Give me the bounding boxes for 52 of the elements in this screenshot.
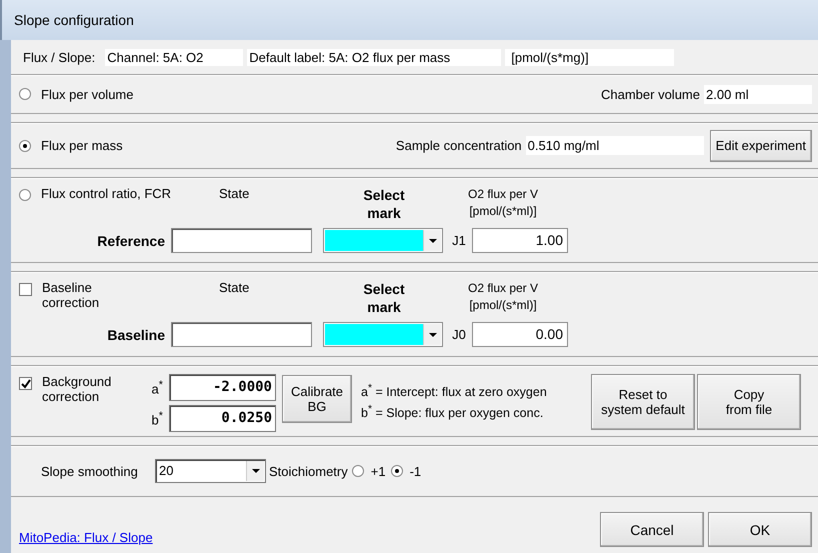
background-correction-checkbox[interactable]: Background correction [19, 374, 147, 404]
chamber-volume-field[interactable]: 2.00 ml [704, 84, 812, 104]
mark-dropdown[interactable] [323, 322, 443, 347]
flux-slope-label: Flux / Slope: [23, 50, 96, 64]
select-mark-heading: Select mark [362, 186, 406, 222]
flux-heading: O2 flux per V [pmol/(s*ml)] [466, 280, 540, 314]
baseline-correction-checkbox[interactable]: Baseline correction [19, 280, 219, 310]
checkmark-icon [20, 378, 30, 388]
flux-control-ratio-radio[interactable]: Flux control ratio, FCR [19, 186, 219, 201]
state-field[interactable] [171, 228, 312, 253]
intercept-field[interactable]: -2.0000 [169, 374, 276, 401]
chamber-volume-label: Chamber volume [601, 86, 700, 102]
reset-default-button[interactable]: Reset to system default [591, 374, 695, 430]
j-label: J1 [451, 233, 467, 248]
stoichiometry-radio[interactable]: +1 [352, 464, 386, 478]
flux-per-mass-radio[interactable]: Flux per mass [19, 138, 123, 153]
flux-value-field[interactable]: 1.00 [472, 228, 568, 253]
dropdown-arrow-icon [428, 238, 436, 242]
a-label: a$^{*}$ [150, 378, 163, 396]
state-heading: State [219, 186, 250, 201]
dialog-button[interactable]: Cancel [600, 512, 704, 547]
state-field[interactable] [171, 322, 312, 347]
unit-text: [pmol/(s*mg)] [505, 48, 674, 66]
window-title: Slope configuration [14, 12, 134, 28]
row-label: Reference [96, 232, 166, 248]
default-label-text: Default label: 5A: O2 flux per mass [247, 48, 502, 66]
sample-concentration-label: Sample concentration [396, 138, 522, 153]
stoichiometry-label: Stoichiometry [269, 464, 348, 478]
edit-experiment-button[interactable]: Edit experiment [710, 130, 812, 162]
flux-per-volume-radio[interactable]: Flux per volume [19, 86, 134, 102]
smoothing-dropdown[interactable]: 20 [155, 459, 266, 483]
slope-smoothing-label: Slope smoothing [40, 464, 139, 478]
row-label: Baseline [106, 326, 166, 342]
j-label: J0 [451, 327, 467, 342]
select-mark-heading: Select mark [362, 280, 406, 316]
b-label: b$^{*}$ [150, 410, 163, 428]
legend-text: b$^{*}$ = Slope: flux per oxygen conc. [361, 403, 544, 422]
legend-text: a$^{*}$ = Intercept: flux at zero oxygen [361, 382, 548, 402]
slope-field[interactable]: 0.0250 [169, 405, 276, 432]
copy-from-file-button[interactable]: Copy from file [697, 374, 801, 430]
state-heading: State [219, 280, 250, 295]
flux-heading: O2 flux per V [pmol/(s*ml)] [466, 186, 540, 220]
channel-text: Channel: 5A: O2 [105, 48, 244, 66]
dropdown-arrow-icon [252, 469, 260, 473]
mitopedia-link[interactable]: MitoPedia: Flux / Slope [19, 530, 153, 545]
sample-concentration-field[interactable]: 0.510 mg/ml [526, 136, 704, 155]
flux-value-field[interactable]: 0.00 [472, 322, 568, 347]
calibrate-bg-button[interactable]: Calibrate BG [282, 375, 352, 423]
dialog-button[interactable]: OK [708, 512, 812, 547]
dropdown-arrow-icon [428, 332, 436, 336]
mark-dropdown[interactable] [323, 228, 443, 253]
stoichiometry-radio[interactable]: -1 [390, 464, 422, 478]
